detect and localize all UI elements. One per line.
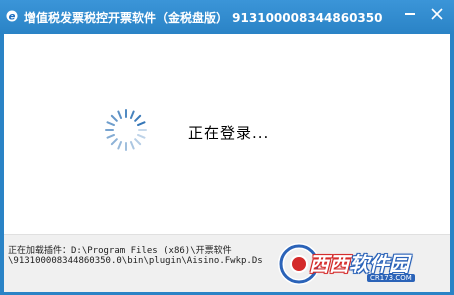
spinner-tick <box>129 141 135 150</box>
watermark-brand: 西西软件园 <box>309 248 409 277</box>
spinner-tick <box>110 114 118 122</box>
minimize-button[interactable] <box>398 0 422 26</box>
title-bar[interactable]: e 增值税发票税控开票软件（金税盘版） 913100008344860350 <box>0 0 454 34</box>
loading-spinner-icon <box>105 109 147 151</box>
minimize-icon <box>405 13 415 15</box>
plugin-load-status-line2: \913100008344860350.0\bin\plugin\Aisino.… <box>8 256 263 266</box>
spinner-tick <box>110 138 118 146</box>
spinner-tick <box>134 138 142 146</box>
spinner-tick <box>129 110 135 119</box>
spinner-tick <box>106 133 115 139</box>
watermark-brand-red: 西西 <box>309 252 349 276</box>
watermark-url: CR173.COM <box>367 274 415 282</box>
app-e-icon: e <box>6 10 18 22</box>
app-window: e 增值税发票税控开票软件（金税盘版） 913100008344860350 正… <box>0 0 454 295</box>
spinner-tick <box>137 121 146 127</box>
login-status-text: 正在登录... <box>188 124 270 142</box>
close-button[interactable] <box>425 0 449 26</box>
spinner-tick <box>106 121 115 127</box>
spinner-tick <box>137 133 146 139</box>
spinner-tick <box>134 114 142 122</box>
plugin-load-status-line1: 正在加载插件：D:\Program Files (x86)\开票软件 <box>8 246 232 256</box>
window-title: 增值税发票税控开票软件（金税盘版） 913100008344860350 <box>24 11 383 25</box>
spinner-tick <box>117 110 123 119</box>
close-icon <box>431 8 443 20</box>
svg-text:e: e <box>9 12 16 23</box>
spinner-tick <box>117 141 123 150</box>
watermark-brand-blue: 软件园 <box>349 252 409 276</box>
site-watermark: 西西软件园 CR173.COM <box>275 236 451 290</box>
